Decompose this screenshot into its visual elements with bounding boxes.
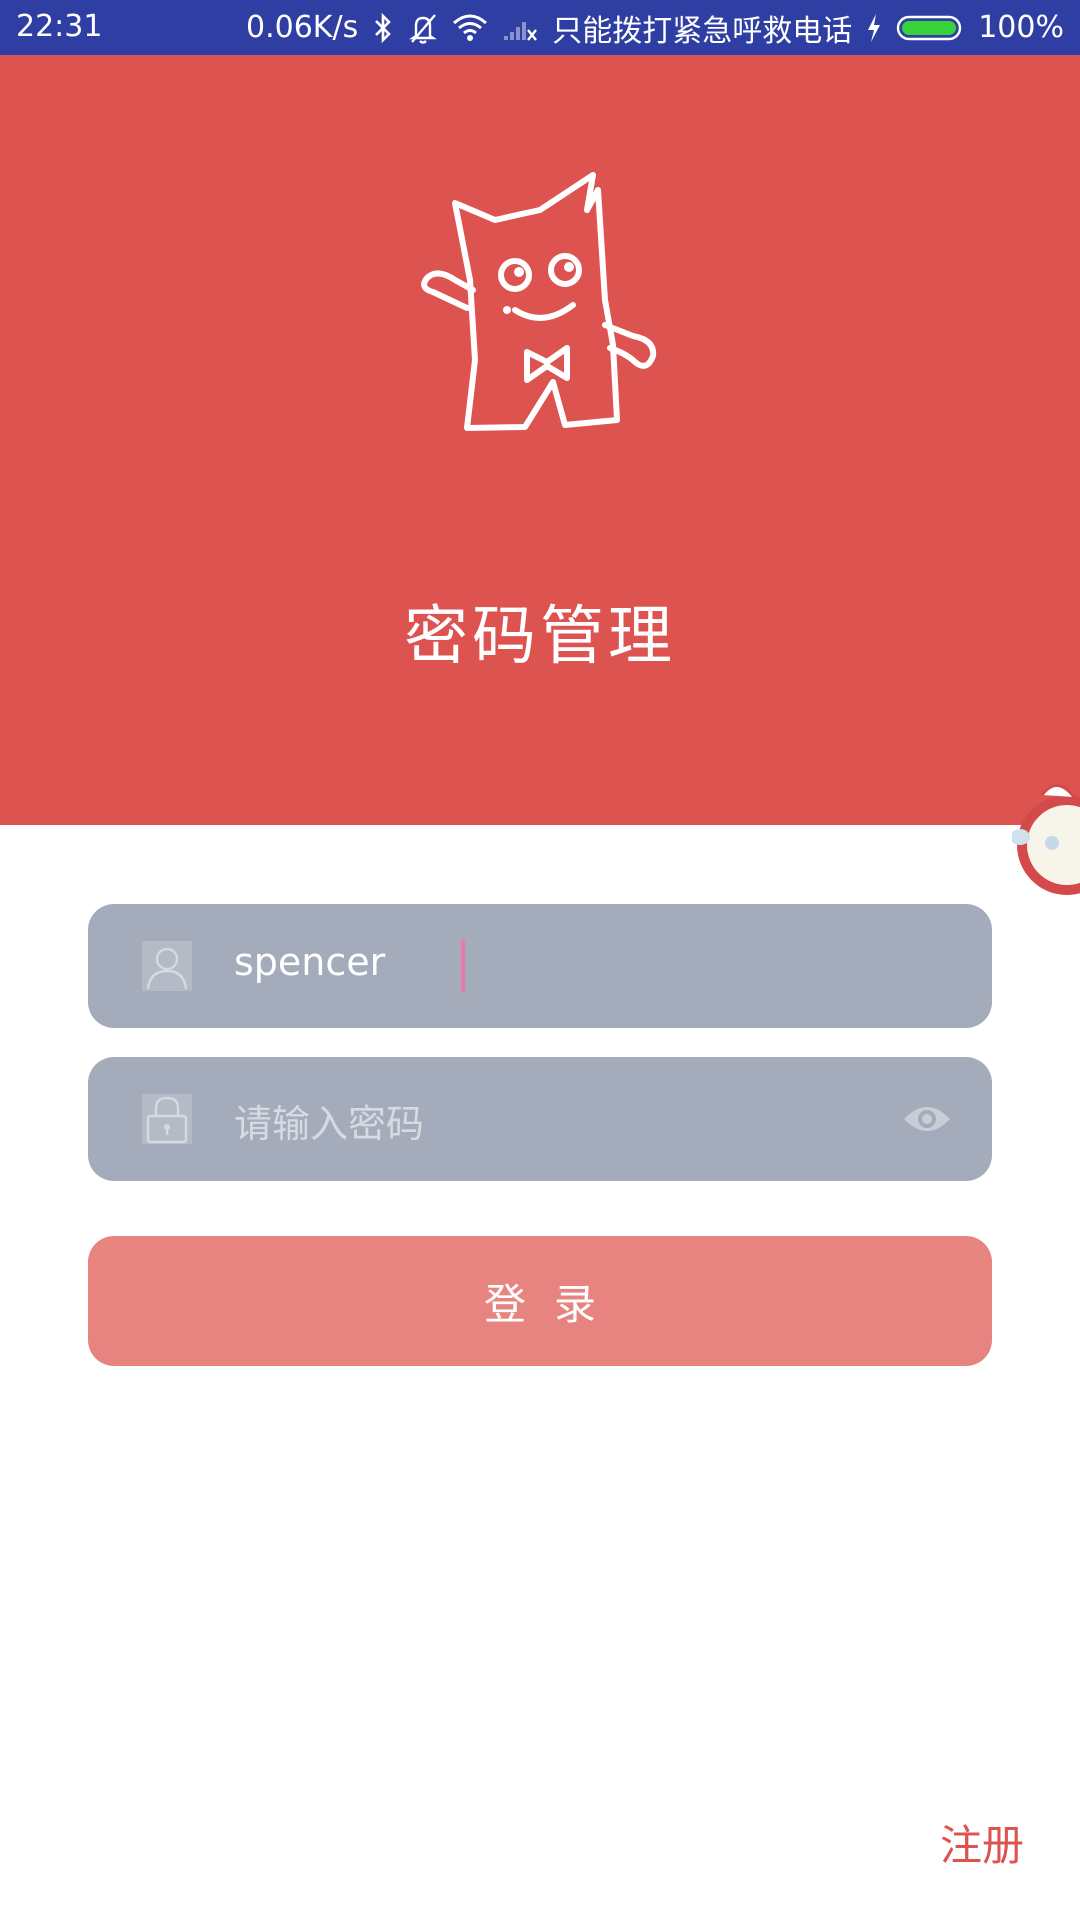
username-input[interactable]: spencer (234, 940, 385, 984)
status-indicators: 0.06K/s 只能拨打紧急呼救电话 100% (246, 0, 1064, 55)
login-button[interactable]: 登录 (88, 1236, 992, 1366)
header-banner: 密码管理 (0, 55, 1080, 825)
eye-icon[interactable] (902, 1097, 952, 1141)
app-title: 密码管理 (404, 600, 676, 674)
username-field[interactable]: spencer (88, 904, 992, 1028)
password-field[interactable]: 请输入密码 (88, 1057, 992, 1181)
floating-assistant-icon[interactable] (1012, 765, 1080, 905)
charging-icon (866, 13, 882, 43)
bell-off-icon (408, 12, 438, 44)
battery-percent: 100% (978, 10, 1064, 45)
carrier-text: 只能拨打紧急呼救电话 (552, 13, 853, 49)
net-speed: 0.06K/s (246, 10, 359, 45)
text-cursor (461, 939, 465, 993)
register-link[interactable]: 注册 (940, 1812, 1024, 1873)
battery-icon (896, 14, 964, 42)
wifi-icon (452, 14, 488, 42)
status-bar: 22:31 0.06K/s 只能拨打紧急呼救电话 100% (0, 0, 1080, 55)
lock-icon (142, 1094, 192, 1144)
status-time: 22:31 (16, 9, 103, 44)
signal-none-icon (502, 14, 538, 42)
user-icon (142, 941, 192, 991)
bluetooth-icon (372, 12, 394, 44)
mascot-logo (421, 172, 657, 431)
password-input[interactable]: 请输入密码 (234, 1093, 424, 1148)
